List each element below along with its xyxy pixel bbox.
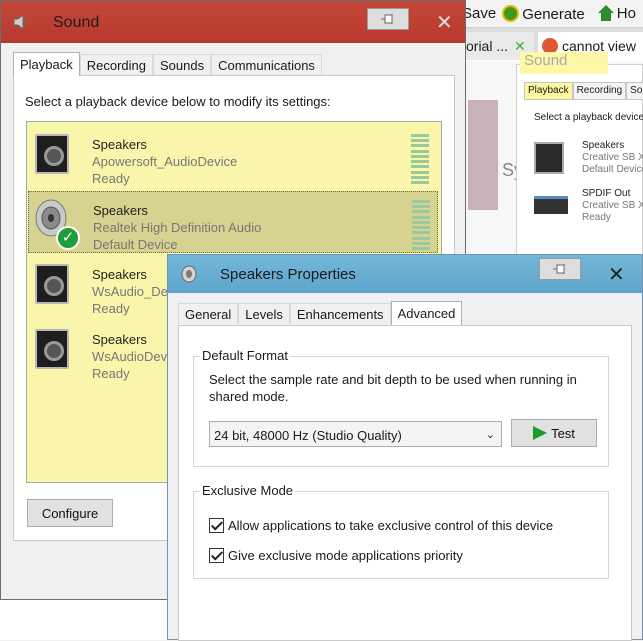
- mini-tabs: Playback Recording Soun: [524, 82, 643, 100]
- play-icon: [533, 425, 548, 440]
- tab-advanced[interactable]: Advanced: [390, 301, 463, 325]
- sound-title-bar[interactable]: Sound ✕: [1, 1, 465, 43]
- format-select[interactable]: 24 bit, 48000 Hz (Studio Quality) ⌄: [209, 421, 502, 447]
- exclusive-priority-checkbox[interactable]: Give exclusive mode applications priorit…: [209, 548, 463, 563]
- generate-link[interactable]: Generate: [502, 4, 591, 23]
- pin-icon: [553, 264, 565, 274]
- highlighted-heading: Sound: [520, 52, 608, 74]
- pin-icon: [381, 14, 393, 24]
- sound-tabs: Playback Recording Sounds Communications: [13, 52, 322, 76]
- mini-tab-recording: Recording: [572, 82, 627, 100]
- exclusive-mode-group: Exclusive Mode Allow applications to tak…: [193, 483, 609, 579]
- mini-device: Speakers Creative SB X- Default Device: [534, 140, 643, 190]
- tab-playback[interactable]: Playback: [13, 52, 80, 76]
- speaker-icon: [35, 134, 71, 176]
- generate-icon: [502, 4, 520, 22]
- speaker-icon: [534, 142, 564, 174]
- tab-communications[interactable]: Communications: [211, 54, 322, 75]
- speakers-properties-dialog: Speakers Properties ✕ General Levels Enh…: [167, 254, 643, 641]
- allow-exclusive-checkbox[interactable]: Allow applications to take exclusive con…: [209, 518, 553, 533]
- mini-tab-playback: Playback: [524, 82, 573, 100]
- speaker-icon: [35, 329, 71, 371]
- speaker-icon: [181, 265, 197, 283]
- test-button[interactable]: Test: [511, 419, 597, 447]
- speaker-icon: [13, 13, 28, 31]
- properties-title: Speakers Properties: [220, 266, 356, 283]
- speaker-icon: [35, 264, 71, 306]
- save-link[interactable]: Save: [462, 5, 496, 22]
- list-item[interactable]: ✓ Speakers Realtek High Definition Audio…: [28, 191, 438, 253]
- exclusive-mode-label: Exclusive Mode: [200, 483, 296, 498]
- pin-button[interactable]: [367, 8, 409, 30]
- volume-meter: [412, 200, 430, 250]
- list-item[interactable]: Speakers Apowersoft_AudioDevice Ready: [27, 126, 441, 188]
- mini-device: SPDIF Out Creative SB X- Ready: [534, 188, 643, 238]
- spdif-icon: [534, 196, 568, 214]
- volume-meter: [411, 134, 429, 184]
- close-icon[interactable]: ✕: [608, 262, 625, 287]
- instruction-text: Select a playback device below to modify…: [25, 94, 331, 109]
- default-format-group: Default Format Select the sample rate an…: [193, 348, 609, 467]
- pin-button[interactable]: [539, 258, 581, 280]
- browser-toolbar: Save Generate Ho: [462, 0, 643, 28]
- mini-tab-sounds: Soun: [626, 82, 643, 100]
- checkbox-checked[interactable]: [209, 518, 224, 533]
- chevron-down-icon: ⌄: [485, 429, 495, 441]
- tab-recording[interactable]: Recording: [79, 54, 154, 75]
- tab-levels[interactable]: Levels: [238, 303, 290, 324]
- tab-enhancements[interactable]: Enhancements: [289, 303, 391, 324]
- home-link[interactable]: Ho: [597, 5, 642, 22]
- default-check-icon: ✓: [56, 226, 80, 250]
- properties-title-bar[interactable]: Speakers Properties ✕: [168, 255, 642, 293]
- configure-button[interactable]: Configure: [27, 499, 113, 527]
- properties-tabs: General Levels Enhancements Advanced: [178, 301, 463, 325]
- tab-sounds[interactable]: Sounds: [153, 54, 212, 75]
- checkbox-checked[interactable]: [209, 548, 224, 563]
- mini-instruction: Select a playback device: [534, 112, 643, 123]
- tab-general[interactable]: General: [178, 303, 239, 324]
- default-format-label: Default Format: [200, 348, 290, 363]
- close-icon[interactable]: ✕: [436, 10, 453, 35]
- home-icon: [597, 5, 615, 21]
- page-image: [468, 100, 498, 210]
- sound-title: Sound: [53, 14, 100, 31]
- format-description: Select the sample rate and bit depth to …: [209, 372, 577, 404]
